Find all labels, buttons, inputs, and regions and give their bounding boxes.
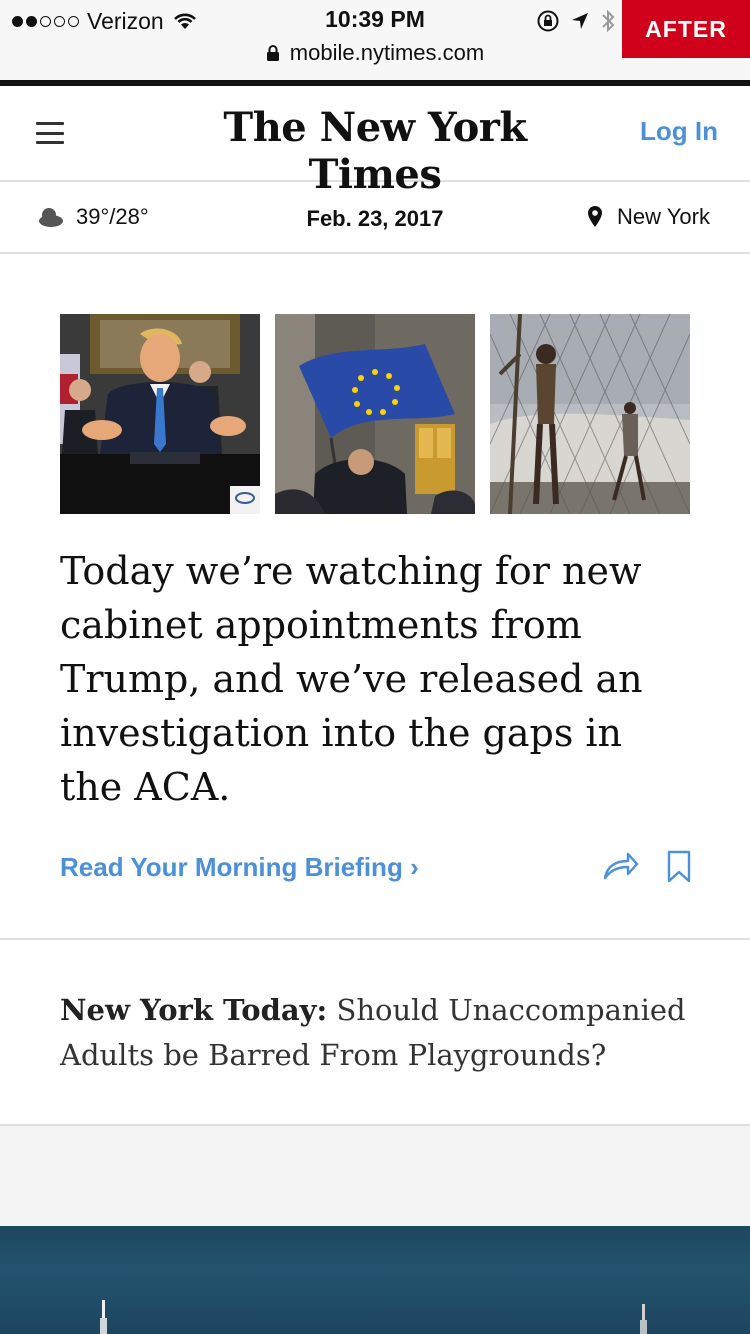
location[interactable]: New York: [587, 204, 710, 230]
share-icon: [603, 852, 639, 880]
status-right: [536, 6, 616, 36]
chevron-right-icon: ›: [410, 852, 419, 882]
status-bar: Verizon 10:39 PM AFTER mobile.nytimes.co…: [0, 0, 750, 80]
location-name: New York: [617, 204, 710, 229]
nyt-today-item[interactable]: New York Today: Should Unaccompanied Adu…: [60, 988, 700, 1078]
read-briefing-link[interactable]: Read Your Morning Briefing ›: [60, 852, 419, 883]
login-link[interactable]: Log In: [640, 116, 718, 147]
url-text: mobile.nytimes.com: [289, 40, 485, 65]
info-bar: 39°/28° Feb. 23, 2017 New York: [0, 182, 750, 254]
location-arrow-icon: [572, 13, 588, 29]
briefing-headline[interactable]: Today we’re watching for new cabinet app…: [60, 544, 690, 814]
photo-refugee-fence[interactable]: [490, 314, 690, 514]
lock-icon: [266, 45, 279, 61]
location-pin-icon: [588, 206, 603, 227]
bluetooth-icon: [602, 9, 615, 33]
read-briefing-label: Read Your Morning Briefing: [60, 852, 403, 882]
photo-trump[interactable]: [60, 314, 260, 514]
bookmark-button[interactable]: [666, 850, 692, 889]
nyt-today-kicker: New York Today:: [60, 993, 328, 1027]
masthead: The New York Times Log In: [0, 86, 750, 198]
photo-eu-flag[interactable]: [275, 314, 475, 514]
url-bar[interactable]: mobile.nytimes.com: [0, 40, 750, 66]
section-spacer: [0, 1126, 750, 1226]
menu-icon[interactable]: [36, 122, 64, 144]
share-button[interactable]: [602, 850, 640, 887]
briefing-photos: [60, 314, 690, 514]
hero-image[interactable]: [0, 1226, 750, 1334]
bookmark-icon: [667, 850, 691, 883]
orientation-lock-icon: [537, 10, 559, 32]
section-divider: [0, 938, 750, 940]
